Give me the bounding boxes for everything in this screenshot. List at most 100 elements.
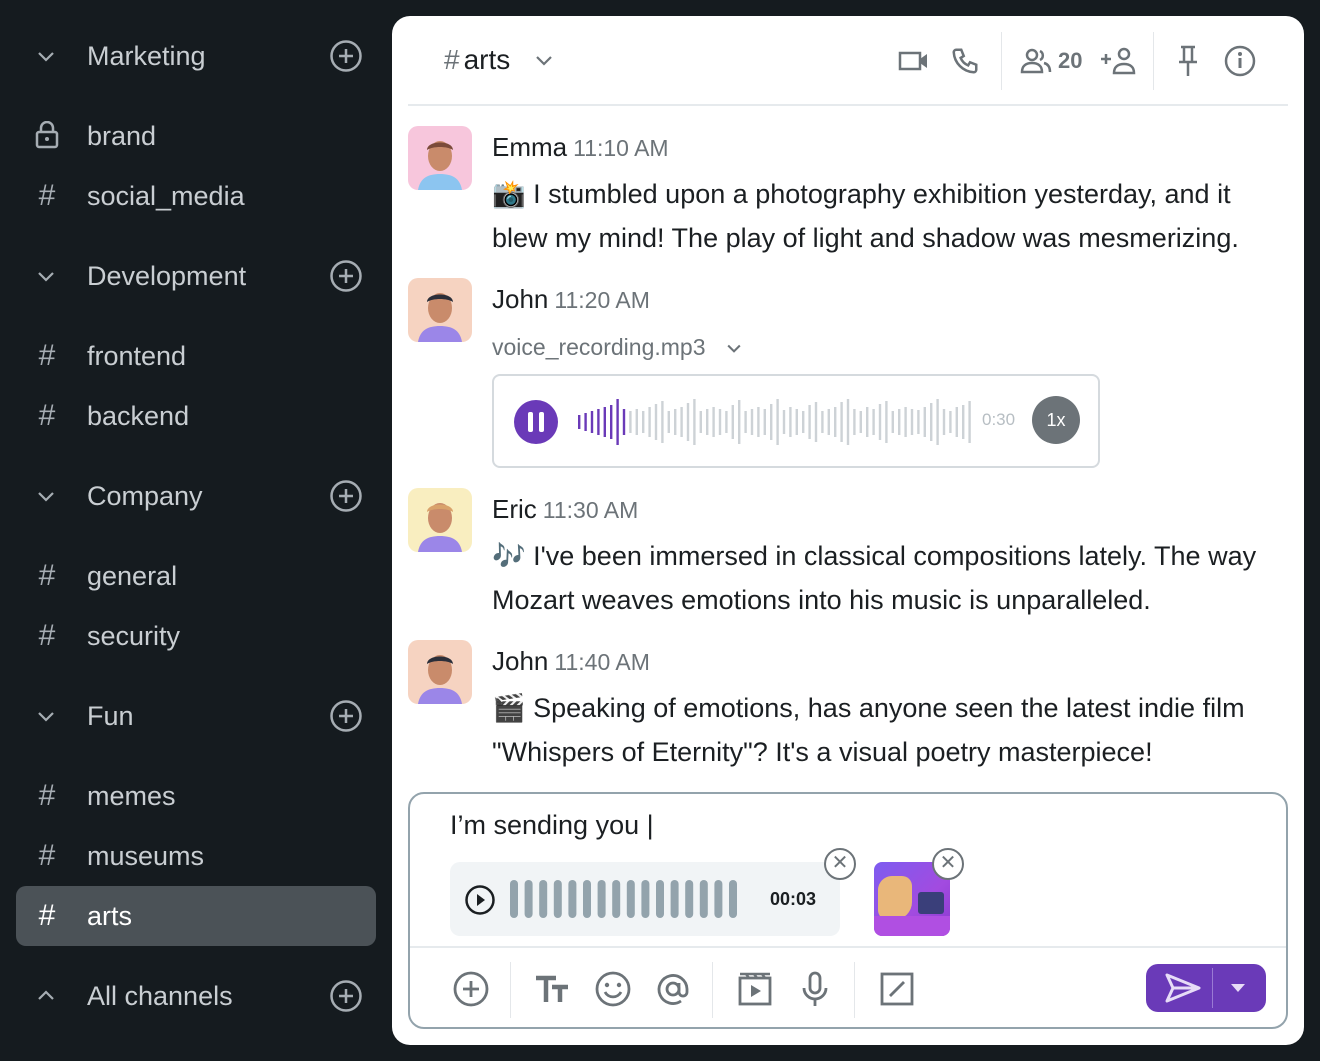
divider (1212, 968, 1213, 1008)
waveform-bar (674, 409, 677, 435)
avatar[interactable] (408, 126, 472, 190)
add-icon[interactable] (452, 970, 490, 1008)
send-options-caret-icon[interactable] (1230, 982, 1246, 994)
text-format-icon[interactable] (534, 970, 572, 1008)
file-name[interactable]: voice_recording.mp3 (492, 334, 744, 361)
channel-general[interactable]: # general (16, 546, 376, 606)
avatar[interactable] (408, 640, 472, 704)
timestamp: 11:10 AM (573, 135, 669, 161)
channel-museums[interactable]: # museums (16, 826, 376, 886)
add-channel-icon[interactable] (329, 259, 363, 293)
waveform-bar (923, 407, 926, 437)
author-name[interactable]: John (492, 646, 548, 676)
waveform-bar (642, 411, 645, 433)
playback-speed-button[interactable]: 1x (1032, 396, 1080, 444)
waveform-bar (904, 407, 907, 437)
waveform-bar (744, 411, 747, 433)
waveform-bar (680, 407, 683, 437)
avatar[interactable] (408, 488, 472, 552)
waveform-bar (539, 880, 548, 918)
section-all-channels[interactable]: All channels (0, 966, 392, 1026)
mention-icon[interactable] (654, 970, 692, 1008)
waveform-bar (729, 880, 737, 918)
video-clip-icon[interactable] (736, 970, 774, 1008)
members-icon (1020, 48, 1052, 74)
channel-brand[interactable]: brand (16, 106, 376, 166)
section-marketing[interactable]: Marketing (0, 26, 392, 86)
waveform-bar (789, 407, 792, 437)
section-fun[interactable]: Fun (0, 686, 392, 746)
emoji-icon[interactable] (594, 970, 632, 1008)
chevron-down-icon[interactable] (34, 264, 58, 288)
chat-panel: # arts 20 Emma 11:10 AM 📸 I stumbled upon … (392, 16, 1304, 1045)
pause-button[interactable] (514, 400, 558, 444)
divider (1001, 32, 1002, 90)
chevron-down-icon[interactable] (34, 704, 58, 728)
author-name[interactable]: John (492, 284, 548, 314)
channel-security[interactable]: # security (16, 606, 376, 666)
channel-arts[interactable]: # arts (16, 886, 376, 946)
video-call-icon[interactable] (898, 44, 930, 78)
pin-icon[interactable] (1176, 44, 1200, 78)
chevron-down-icon[interactable] (532, 48, 556, 72)
channel-social_media[interactable]: # social_media (16, 166, 376, 226)
waveform-bar (910, 409, 914, 435)
attachment-duration: 00:03 (770, 889, 817, 909)
waveform-bar (821, 411, 824, 433)
waveform-bar (718, 409, 722, 435)
voice-attachment: 00:03 (450, 862, 840, 936)
chevron-down-icon[interactable] (34, 484, 58, 508)
info-icon[interactable] (1224, 44, 1256, 78)
channel-memes[interactable]: # memes (16, 766, 376, 826)
waveform-bar (814, 402, 818, 442)
waveform-bar (878, 404, 882, 440)
waveform-bar (597, 409, 600, 435)
author-name[interactable]: Emma (492, 132, 567, 162)
message-input[interactable]: I’m sending you | (450, 810, 654, 841)
waveform-bar (942, 409, 946, 435)
add-channel-icon[interactable] (329, 39, 363, 73)
audio-waveform-progress[interactable] (576, 398, 976, 446)
chevron-up-icon[interactable] (34, 984, 58, 1008)
waveform-bar (776, 399, 779, 445)
channel-title[interactable]: # arts (444, 44, 556, 76)
waveform-bar (553, 880, 562, 918)
avatar[interactable] (408, 278, 472, 342)
add-channel-icon[interactable] (329, 479, 363, 513)
section-company[interactable]: Company (0, 466, 392, 526)
hash-icon: # (38, 779, 56, 812)
phone-icon[interactable] (950, 44, 980, 78)
channel-frontend[interactable]: # frontend (16, 326, 376, 386)
waveform-bar (635, 409, 638, 435)
microphone-icon[interactable] (796, 970, 834, 1008)
compose-icon[interactable] (878, 970, 916, 1008)
waveform-bar (962, 405, 965, 439)
message-composer[interactable]: I’m sending you | 00:03 ✕ ✕ (408, 792, 1288, 1029)
waveform-bar (859, 411, 862, 433)
waveform-bar (693, 399, 696, 445)
chevron-down-icon[interactable] (34, 44, 58, 68)
waveform-bar (757, 407, 760, 437)
add-member-icon[interactable] (1100, 44, 1136, 78)
remove-attachment-icon[interactable]: ✕ (824, 848, 856, 880)
waveform-bar (603, 407, 606, 437)
remove-image-icon[interactable]: ✕ (932, 848, 964, 880)
waveform-bar (641, 880, 650, 918)
add-channel-icon[interactable] (329, 979, 363, 1013)
waveform-bar (670, 880, 679, 918)
timestamp: 11:40 AM (554, 649, 650, 675)
hash-icon: # (38, 179, 56, 212)
channel-backend[interactable]: # backend (16, 386, 376, 446)
waveform-bar (612, 880, 621, 918)
members-button[interactable]: 20 (1020, 44, 1082, 78)
play-icon[interactable] (464, 884, 496, 916)
author-name[interactable]: Eric (492, 494, 537, 524)
sidebar: Marketing brand # social_media Development… (0, 0, 392, 1061)
section-development[interactable]: Development (0, 246, 392, 306)
send-button[interactable] (1146, 964, 1266, 1012)
waveform-bar (629, 411, 632, 433)
waveform-bar (936, 399, 939, 445)
hash-icon: # (38, 899, 56, 932)
chevron-down-icon[interactable] (724, 338, 744, 358)
add-channel-icon[interactable] (329, 699, 363, 733)
